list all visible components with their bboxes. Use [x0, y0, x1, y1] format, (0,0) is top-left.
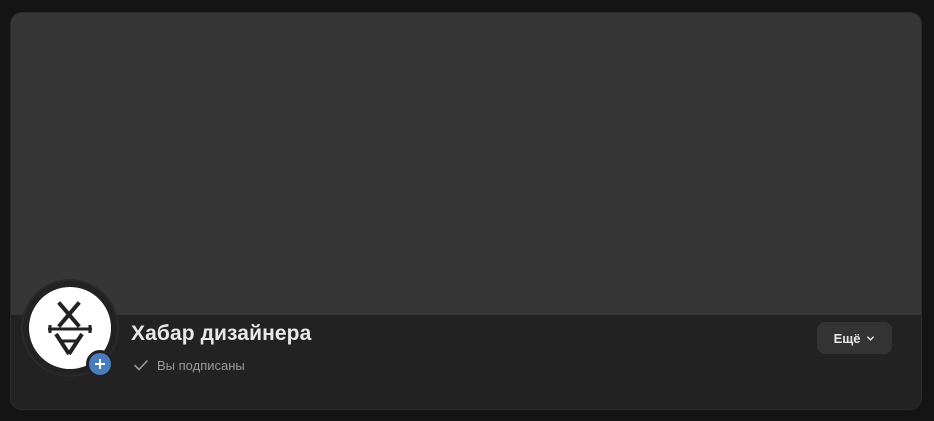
plus-icon	[95, 359, 105, 369]
xa-monogram-icon	[48, 301, 92, 356]
more-button-label: Ещё	[833, 330, 861, 346]
chevron-down-icon	[867, 335, 875, 341]
add-avatar-button[interactable]	[86, 350, 114, 378]
community-title: Хабар дизайнера	[131, 322, 312, 345]
subscription-status-button[interactable]: Вы подписаны	[133, 357, 245, 373]
check-icon	[134, 360, 148, 371]
more-button[interactable]: Ещё	[817, 322, 892, 354]
cover-image	[11, 13, 921, 315]
community-header-card	[10, 12, 922, 410]
subscription-status-label: Вы подписаны	[157, 357, 245, 373]
